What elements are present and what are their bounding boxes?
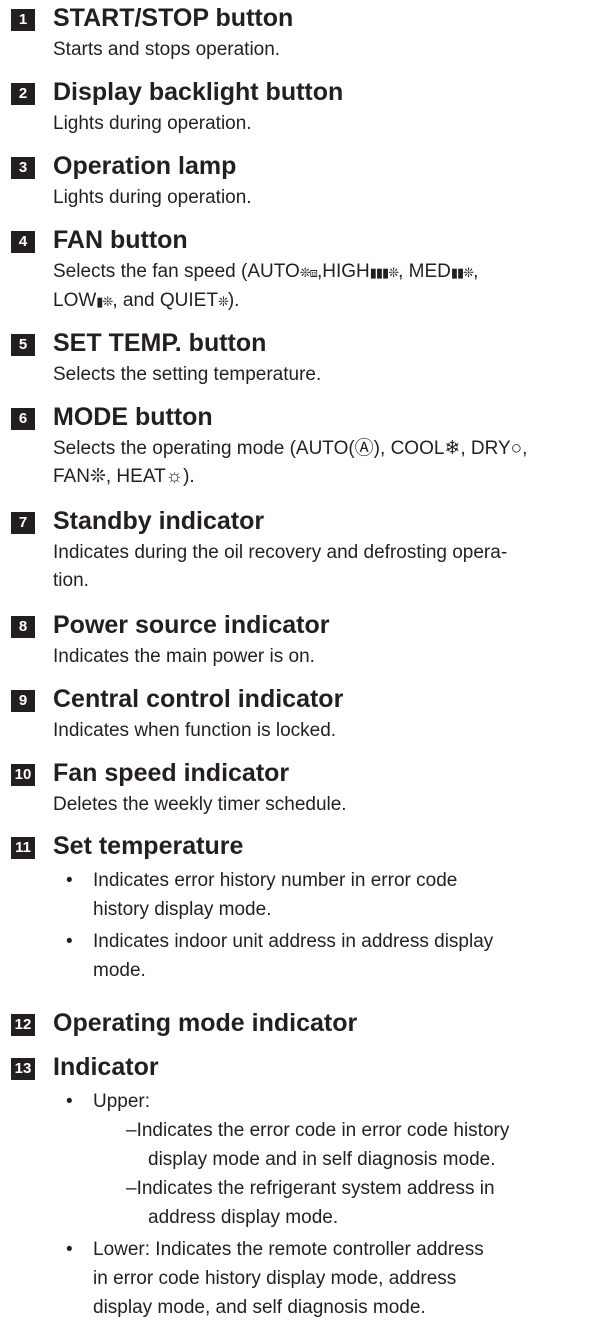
item-description: Selects the operating mode (AUTO(Ⓐ), COO… (53, 438, 528, 487)
item-number: 12 (11, 1014, 35, 1036)
item-fan-button: 4 FAN button Selects the fan speed (AUTO… (8, 226, 600, 316)
item-number: 5 (11, 334, 35, 356)
item-number: 7 (11, 512, 35, 534)
instruction-page: 1 START/STOP button Starts and stops ope… (0, 0, 608, 1318)
item-operation-lamp: 3 Operation lamp Lights during operation… (8, 152, 600, 212)
fan-quiet-icon: ❊ (217, 294, 229, 309)
item-description: Lights during operation. (53, 113, 252, 134)
bullet-list: • Upper: –Indicates the error code in er… (64, 1087, 600, 1322)
item-title: Set temperature (53, 832, 244, 860)
item-title: MODE button (53, 403, 213, 431)
list-item: • Lower: Indicates the remote controller… (64, 1235, 600, 1322)
item-operating-mode-indicator: 12 Operating mode indicator (8, 1009, 600, 1039)
item-number: 4 (11, 231, 35, 253)
sub-item: –Indicates the error code in error code … (126, 1120, 510, 1170)
item-description: Indicates during the oil recovery and de… (53, 542, 508, 591)
item-fan-speed-indicator: 10 Fan speed indicator Deletes the weekl… (8, 759, 600, 819)
item-number: 13 (11, 1058, 35, 1080)
item-central-control-indicator: 9 Central control indicator Indicates wh… (8, 685, 600, 745)
bullet-icon: • (66, 931, 73, 952)
item-description: Indicates the main power is on. (53, 646, 315, 667)
bullet-icon: • (66, 1091, 73, 1112)
item-set-temp-button: 5 SET TEMP. button Selects the setting t… (8, 329, 600, 389)
fan-auto-icon: ❊⧈ (299, 265, 318, 280)
bullet-icon: • (66, 1239, 73, 1260)
fan-med-icon: ▮▮❊ (450, 265, 474, 280)
item-number: 2 (11, 83, 35, 105)
item-start-stop-button: 1 START/STOP button Starts and stops ope… (8, 4, 600, 64)
item-number: 6 (11, 408, 35, 430)
item-number: 3 (11, 157, 35, 179)
item-title: FAN button (53, 226, 188, 254)
fan-low-icon: ▮❊ (96, 294, 113, 309)
item-title: START/STOP button (53, 4, 294, 32)
item-number: 1 (11, 9, 35, 31)
item-number: 11 (11, 837, 35, 859)
item-title: Operating mode indicator (53, 1009, 358, 1037)
list-item: • Indicates error history number in erro… (64, 866, 600, 924)
bullet-icon: • (66, 870, 73, 891)
item-indicator: 13 Indicator • Upper: –Indicates the err… (8, 1053, 600, 1325)
item-title: Power source indicator (53, 611, 330, 639)
list-item: • Upper: –Indicates the error code in er… (64, 1087, 600, 1232)
item-description: Starts and stops operation. (53, 39, 281, 60)
item-mode-button: 6 MODE button Selects the operating mode… (8, 403, 600, 491)
item-number: 9 (11, 690, 35, 712)
list-item: • Indicates indoor unit address in addre… (64, 927, 600, 985)
item-description: Lights during operation. (53, 187, 252, 208)
bullet-list: • Indicates error history number in erro… (64, 866, 600, 985)
item-number: 10 (11, 764, 35, 786)
fan-high-icon: ▮▮▮❊ (369, 265, 399, 280)
sub-item: –Indicates the refrigerant system addres… (126, 1178, 495, 1228)
item-title: Display backlight button (53, 78, 344, 106)
item-title: Standby indicator (53, 507, 265, 535)
item-title: Indicator (53, 1053, 159, 1081)
item-title: Central control indicator (53, 685, 344, 713)
item-description: Deletes the weekly timer schedule. (53, 794, 347, 815)
item-description: Selects the setting temperature. (53, 364, 322, 385)
item-description: Indicates when function is locked. (53, 720, 337, 741)
item-description: Selects the fan speed (AUTO❊⧈,HIGH▮▮▮❊, … (53, 261, 479, 311)
item-power-source-indicator: 8 Power source indicator Indicates the m… (8, 611, 600, 671)
item-set-temperature: 11 Set temperature • Indicates error his… (8, 832, 600, 988)
item-number: 8 (11, 616, 35, 638)
item-title: Operation lamp (53, 152, 237, 180)
item-title: SET TEMP. button (53, 329, 267, 357)
item-display-backlight-button: 2 Display backlight button Lights during… (8, 78, 600, 138)
item-title: Fan speed indicator (53, 759, 290, 787)
item-standby-indicator: 7 Standby indicator Indicates during the… (8, 507, 600, 595)
